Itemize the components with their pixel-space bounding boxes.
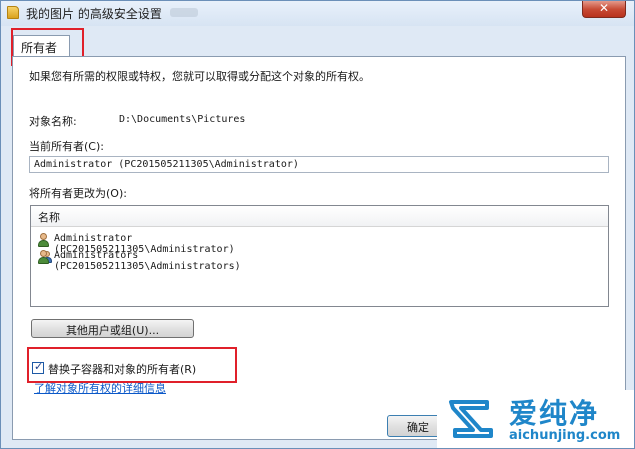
title-blur-overlay [170,8,198,17]
change-owner-label: 将所有者更改为(O): [29,187,127,200]
title-bar[interactable]: 我的图片 的高级安全设置 ✕ [0,0,635,26]
advanced-security-settings-window: 我的图片 的高级安全设置 ✕ 所有者 如果您有所需的权限或特权，您就可以取得或分… [0,0,635,449]
watermark-logo-icon [449,400,493,438]
column-header-name: 名称 [38,211,60,224]
replace-owner-label[interactable]: 替换子容器和对象的所有者(R) [48,361,196,377]
list-column-header[interactable]: 名称 [31,206,608,227]
watermark-brand-url: aichunjing.com [509,428,621,443]
other-users-or-groups-button[interactable]: 其他用户或组(U)... [31,319,194,338]
user-icon [37,233,50,247]
learn-more-link[interactable]: 了解对象所有权的详细信息 [34,380,166,396]
instruction-text: 如果您有所需的权限或特权，您就可以取得或分配这个对象的所有权。 [29,70,370,83]
tab-strip: 所有者 [8,33,628,57]
object-name-label: 对象名称: [29,115,77,128]
close-button[interactable]: ✕ [582,0,626,18]
current-owner-label: 当前所有者(C): [29,140,104,153]
owner-candidates-list[interactable]: 名称 Administrator (PC201505211305\Adminis… [30,205,609,307]
object-name-value: D:\Documents\Pictures [119,114,246,125]
watermark: 爱纯净 aichunjing.com [437,390,635,449]
current-owner-field: Administrator (PC201505211305\Administra… [29,156,609,173]
users-icon [37,250,52,264]
watermark-brand-cn: 爱纯净 [509,397,600,430]
checkmark-icon: ✓ [34,360,44,373]
list-item-label: Administrators (PC201505211305\Administr… [54,250,241,272]
tab-owner[interactable]: 所有者 [13,35,70,57]
replace-owner-checkbox[interactable]: ✓ [32,360,44,374]
folder-icon [7,6,19,19]
window-title: 我的图片 的高级安全设置 [26,7,162,21]
